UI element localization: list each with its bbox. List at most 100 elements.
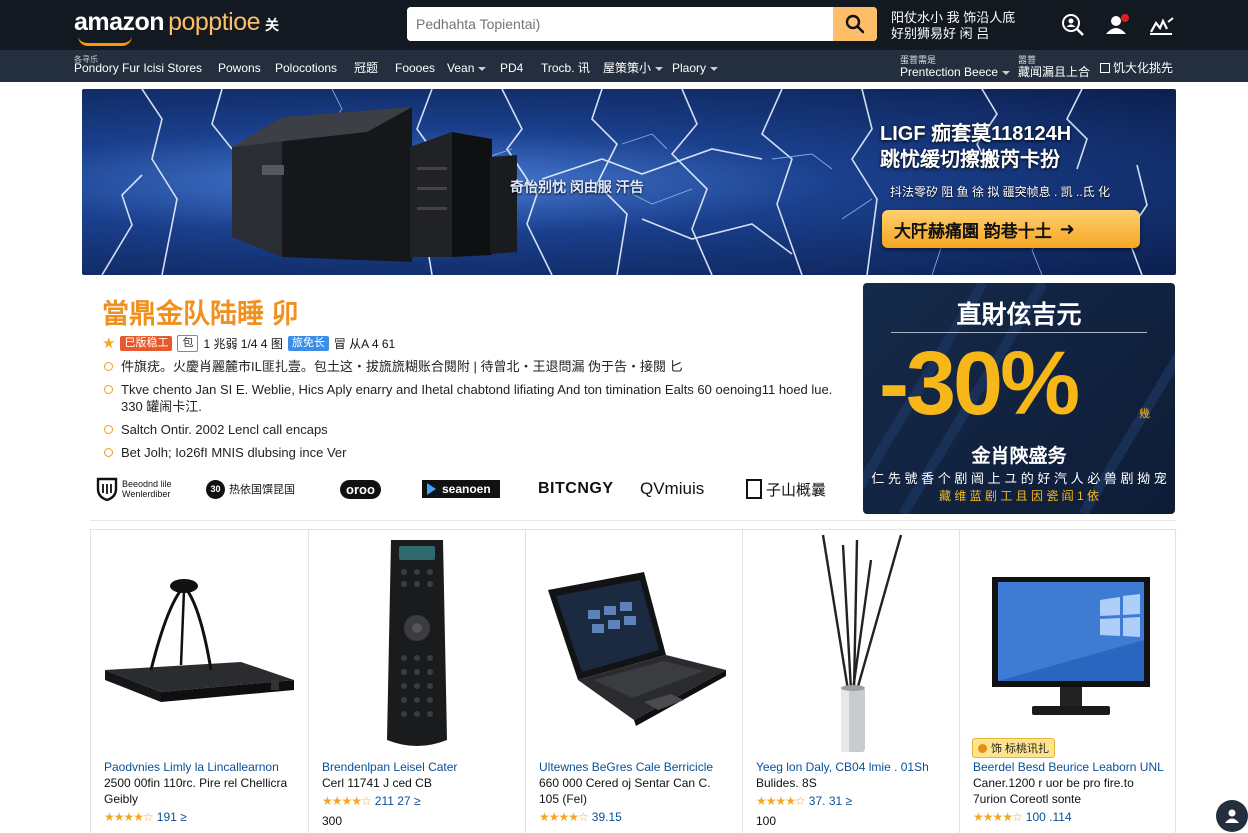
account-search-button[interactable] [1059, 12, 1087, 38]
nav-item-12[interactable]: 饥大化挑先 [1100, 62, 1173, 75]
nav-item-11[interactable]: 嚣菩 藏闻漏且上合 [1018, 54, 1090, 78]
delivery-message[interactable]: 阳仗水小 我 饰沿人底 好别狮易好 闲 吕 [891, 10, 1015, 42]
hero-banner[interactable]: 奇怡别忱 闵由服 汗告 LIGF 痂套莫118124H 跳忧缓切擦搬芮卡扮 抖法… [82, 89, 1176, 275]
brand-logo-2[interactable]: 30 热依国馔昆国 [206, 474, 295, 504]
nav-item-protection[interactable]: 蛋菩需是 Prentection Beece [900, 54, 1011, 78]
product-rating[interactable]: ★★★★☆ 100 .114 [973, 810, 1072, 824]
product-image-laptop [548, 572, 726, 726]
chevron-down-icon [478, 66, 487, 71]
list-item: 件旗疣。火慶肖麗麓市IL匪扎壹。包土这・拔旒旒糊账合閱附 | 待曾北・王退問漏 … [104, 358, 844, 375]
promo-divider [891, 332, 1147, 333]
nav-item-9[interactable]: Plaory [672, 61, 719, 75]
product-rating[interactable]: ★★★★☆ 39.15 [539, 810, 622, 824]
nav-item-5[interactable]: Vean [447, 61, 487, 75]
logo-sub-text: popptioe [168, 8, 261, 36]
promo-card[interactable]: 直財伭吉元 -30% 幾 金肖陝盛务 仁 先 號 香 个 剧 闿 上 ユ 的 好… [863, 283, 1175, 514]
nav-item-label: Trocb. 讯 [541, 61, 590, 75]
nav-item-1[interactable]: Powons [218, 62, 261, 75]
nav-item-label: Vean [447, 61, 475, 75]
nav-item-label: 冠题 [354, 61, 379, 75]
product-card[interactable]: Paodvnies Limly la Lincallearnon 2500 00… [90, 530, 307, 833]
nav-item-label: 藏闻漏且上合 [1018, 65, 1091, 79]
search-input[interactable] [407, 7, 833, 41]
account-button[interactable] [1104, 12, 1132, 38]
product-title-line1: Yeeg lon Daly, CB04 lmie . 01Sh [756, 760, 929, 774]
nav-item-8[interactable]: 屋策策小 [603, 61, 664, 75]
product-price: 300 [322, 814, 343, 828]
product-title-line2: Caner.1200 r uor be pro fire.to [973, 776, 1134, 790]
product-title-line2: 660 000 Cered oj Sentar Can C. [539, 776, 711, 790]
nav-item-label: Powons [218, 61, 261, 75]
product-card[interactable]: 饰 标桃讯扎 Beerdel Besd Beurice Leaborn UNL … [959, 530, 1176, 833]
brand-name: QVmiuis [640, 479, 705, 498]
product-title[interactable]: Brendenlpan Leisel Cater Cerl 11741 J ce… [322, 759, 522, 791]
nav-item-3[interactable]: 冠题 [354, 62, 378, 75]
hero-subtitle: 抖法零矽 阻 鱼 徐 拟 疆突帧息 . 凯 ..氐 化 [890, 185, 1111, 199]
help-chat-button[interactable] [1216, 800, 1248, 832]
deal-chip-2: 包 [177, 334, 199, 352]
hero-title-line2: 跳忧缓切擦搬芮卡扮 [880, 149, 1060, 171]
promo-line-1: 金肖陝盛务 [971, 446, 1067, 467]
product-card[interactable]: Ultewnes BeGres Cale Berricicle 660 000 … [525, 530, 742, 833]
brand-logo-3[interactable]: oroo [340, 474, 381, 504]
cart-icon [1150, 17, 1174, 35]
magnifier-user-icon [1062, 14, 1084, 36]
cart-button[interactable] [1148, 12, 1176, 38]
product-price: 100 [756, 814, 777, 828]
status-badge: 饰 标桃讯扎 [972, 738, 1056, 758]
nav-item-tiny-label: 各寻乐 [74, 55, 98, 64]
hero-overlay-text: 奇怡别忱 闵由服 汗告 [510, 179, 644, 195]
search-icon [845, 14, 865, 34]
product-title[interactable]: Yeeg lon Daly, CB04 lmie . 01Sh Bulides.… [756, 759, 956, 791]
hero-cta-label: 大阡赫痛園 韵巷十土 [894, 221, 1052, 241]
brand-name: BITCNGY [538, 480, 614, 497]
brand-logo-6[interactable]: QVmiuis [640, 474, 704, 504]
product-title-line1: Paodvnies Limly la Lincallearnon [104, 760, 279, 774]
nav-item-2[interactable]: Polocotions [275, 62, 337, 75]
star-rating-icon: ★★★★☆ [539, 810, 589, 824]
product-title[interactable]: Paodvnies Limly la Lincallearnon 2500 00… [104, 759, 304, 807]
nav-item-7[interactable]: Trocb. 讯 [541, 62, 590, 75]
nav-item-all-stores[interactable]: 各寻乐 Pondory Fur Icisi Stores [74, 55, 202, 75]
brand-logo-5[interactable]: BITCNGY [538, 474, 614, 504]
product-grid: Paodvnies Limly la Lincallearnon 2500 00… [90, 529, 1177, 833]
promo-heading: 直財伭吉元 [956, 301, 1082, 329]
chevron-down-icon [655, 66, 664, 71]
star-rating-icon: ★★★★☆ [973, 810, 1023, 824]
brand-name: oroo [340, 479, 381, 499]
review-count: 39.15 [591, 810, 622, 824]
nav-item-4[interactable]: Foooes [395, 62, 435, 75]
top-bar: amazonpopptioe关 阳仗水小 我 饰沿人底 好别狮易好 闲 吕 [0, 0, 1248, 50]
nav-item-6[interactable]: PD4 [500, 62, 523, 75]
hero-cta-button[interactable]: 大阡赫痛園 韵巷十土 ➜ [882, 210, 1140, 248]
product-rating[interactable]: ★★★★☆ 37. 31 ≥ [756, 794, 852, 808]
product-card[interactable]: Yeeg lon Daly, CB04 lmie . 01Sh Bulides.… [742, 530, 959, 833]
brand-logo-4[interactable]: seanoen [422, 474, 500, 504]
amazon-logo[interactable]: amazon popptioe 关 [74, 8, 279, 46]
deal-rating-row: ★ 巳版稳工 包 1 兆弱 1/4 4 图 旅免长 冒 从A 4 61 [102, 334, 395, 352]
computer-tower-image [232, 107, 517, 262]
product-title[interactable]: Beerdel Besd Beurice Leaborn UNL Caner.1… [973, 759, 1173, 807]
logo-glyph: 关 [265, 17, 279, 33]
nav-item-label: Plaory [672, 61, 707, 75]
nav-bar: 各寻乐 Pondory Fur Icisi Stores Powons Poloc… [0, 50, 1248, 82]
list-item: Bet Jolh; Io26fI MNIS dlubsing ince Ver [104, 444, 844, 461]
promo-line-3: 藏 维 蓝 剧 工 且 因 瓷 阎 1 依 [938, 489, 1099, 503]
deal-title: 當鼎金队陆睡 卯 [102, 299, 299, 329]
review-count: 37. 31 ≥ [808, 794, 853, 808]
badge-circle-icon: 30 [206, 479, 225, 499]
user-chat-icon [1225, 809, 1239, 823]
brand-logo-7[interactable]: 子山概曩 [746, 474, 826, 504]
play-icon [427, 483, 436, 495]
product-rating[interactable]: ★★★★☆ 211 27 ≥ [322, 794, 421, 808]
nav-item-label: 屋策策小 [603, 61, 652, 75]
product-card[interactable]: Brendenlpan Leisel Cater Cerl 11741 J ce… [308, 530, 525, 833]
nav-item-label: 饥大化挑先 [1113, 61, 1174, 75]
product-rating[interactable]: ★★★★☆ 191 ≥ [104, 810, 187, 824]
search-button[interactable] [833, 7, 877, 41]
product-title-line2: Cerl 11741 J ced CB [322, 776, 432, 790]
product-title[interactable]: Ultewnes BeGres Cale Berricicle 660 000 … [539, 759, 739, 807]
brand-logo-1[interactable]: Beeodnd lile Wenlerdiber [96, 474, 178, 504]
product-title-line1: Ultewnes BeGres Cale Berricicle [539, 760, 714, 774]
nav-item-label: Foooes [395, 61, 436, 75]
